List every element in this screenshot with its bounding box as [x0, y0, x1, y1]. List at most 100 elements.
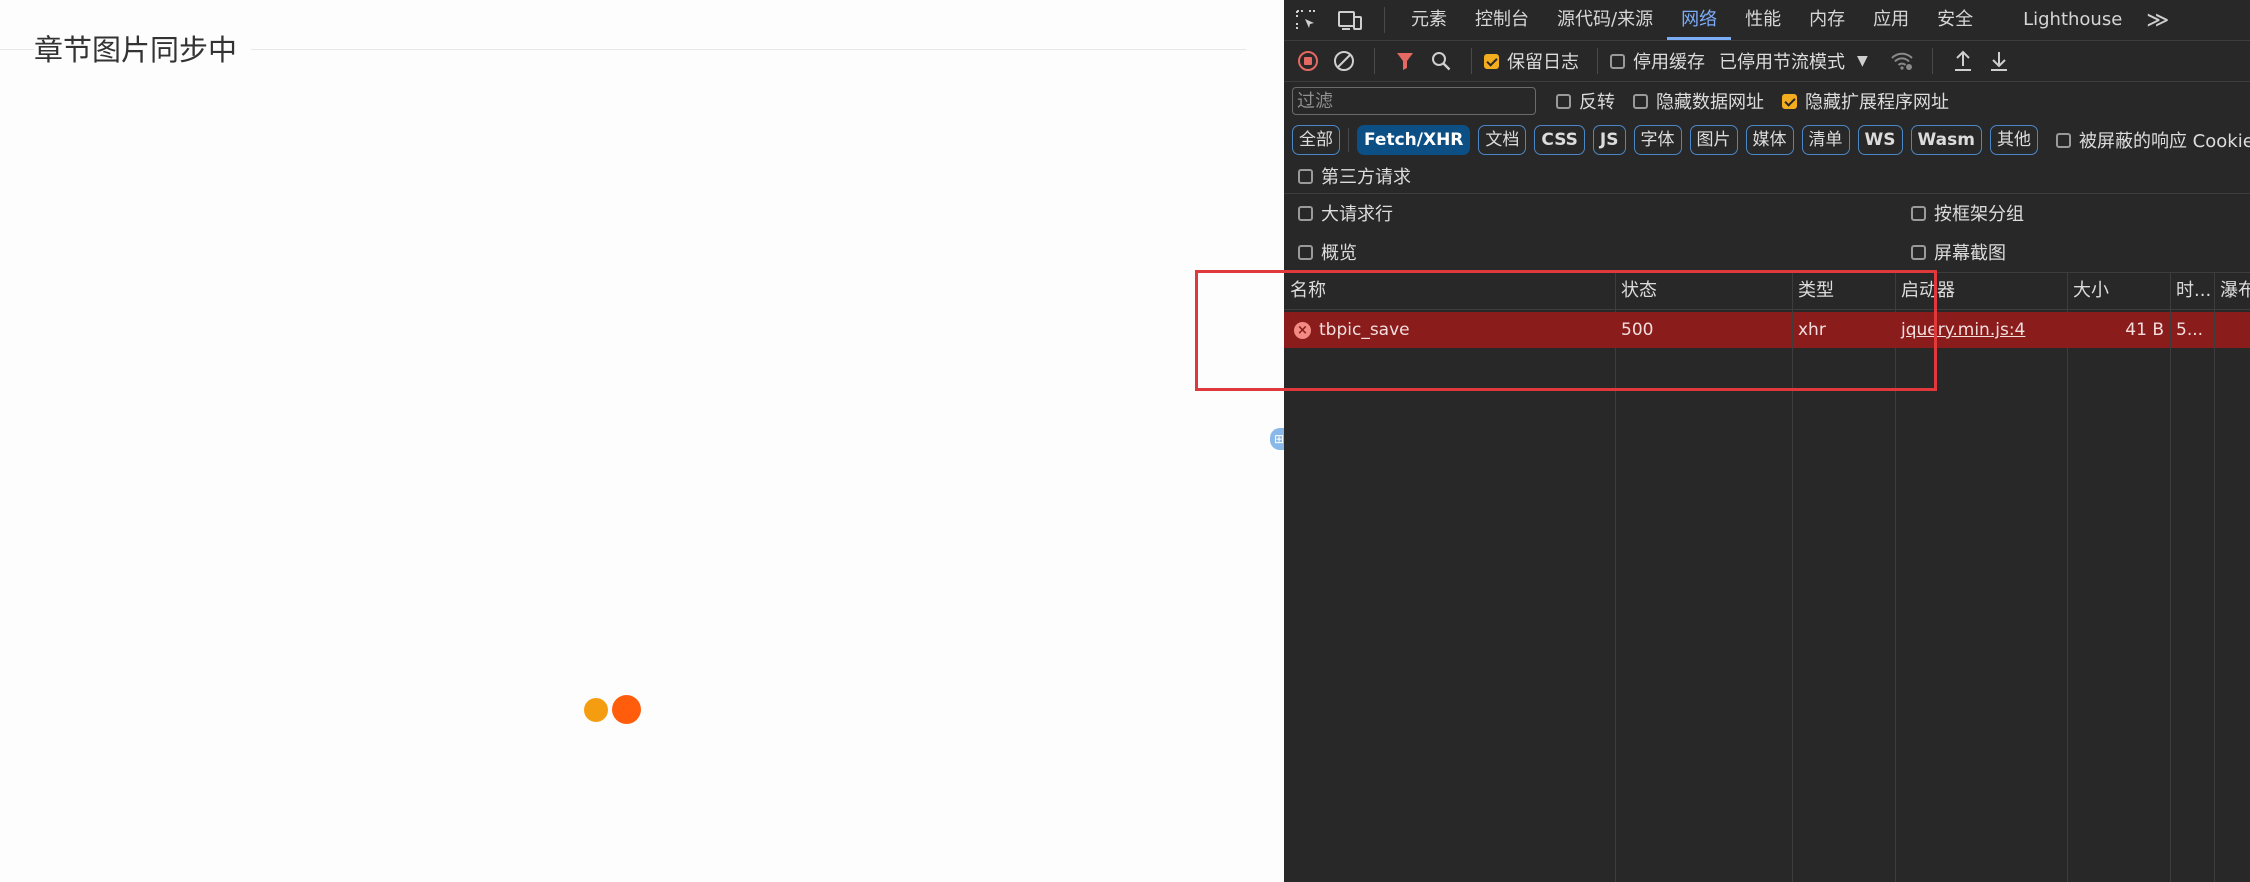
request-time: 5... — [2176, 320, 2204, 340]
network-conditions-icon[interactable] — [1884, 41, 1920, 81]
tab-lighthouse[interactable]: Lighthouse — [2009, 0, 2136, 40]
tab-application[interactable]: 应用 — [1859, 0, 1923, 40]
column-header-waterfall[interactable]: 瀑布 — [2214, 273, 2250, 309]
third-party-checkbox[interactable]: 第三方请求 — [1298, 163, 1411, 189]
invert-label: 反转 — [1579, 92, 1615, 113]
tabbar-separator — [1384, 7, 1385, 33]
error-icon: × — [1294, 321, 1311, 339]
chevron-down-icon[interactable]: ▼ — [1857, 53, 1868, 69]
request-table: 名称 状态 类型 启动器 大小 时... 瀑布 × tbpic_save 500 … — [1284, 272, 2250, 882]
blocked-cookies-label: 被屏蔽的响应 Cookie — [2078, 131, 2250, 152]
type-filter-manifest[interactable]: 清单 — [1801, 125, 1850, 155]
tab-performance[interactable]: 性能 — [1731, 0, 1795, 40]
options-row-2: 概览 屏幕截图 — [1284, 237, 2250, 267]
checkbox-unchecked[interactable] — [1298, 205, 1313, 221]
loading-dot-red — [612, 695, 641, 724]
export-har-icon[interactable] — [1981, 41, 2017, 81]
tab-security[interactable]: 安全 — [1923, 0, 1987, 40]
overview-label: 概览 — [1321, 243, 1357, 264]
checkbox-unchecked[interactable] — [1298, 168, 1313, 184]
devtools-panel: 元素 控制台 源代码/来源 网络 性能 内存 应用 安全 Lighthouse … — [1284, 0, 2250, 882]
search-icon[interactable] — [1423, 41, 1459, 81]
tab-console[interactable]: 控制台 — [1461, 0, 1543, 40]
options-divider — [1284, 193, 2250, 194]
column-header-size[interactable]: 大小 — [2067, 273, 2170, 309]
web-page: 章节图片同步中 ⊞ — [0, 0, 1288, 882]
group-by-frame-checkbox[interactable]: 按框架分组 — [1911, 200, 2024, 226]
column-divider[interactable] — [1792, 272, 1793, 882]
type-filter-doc[interactable]: 文档 — [1478, 125, 1527, 155]
type-filter-css[interactable]: CSS — [1534, 125, 1585, 155]
tab-network[interactable]: 网络 — [1667, 0, 1732, 40]
column-header-time[interactable]: 时... — [2170, 273, 2214, 309]
tab-sources[interactable]: 源代码/来源 — [1543, 0, 1667, 40]
table-header[interactable]: 名称 状态 类型 启动器 大小 时... 瀑布 — [1284, 272, 2250, 310]
inspect-element-icon[interactable] — [1284, 0, 1328, 40]
type-filter-js[interactable]: JS — [1592, 125, 1626, 155]
disable-cache-label: 停用缓存 — [1633, 52, 1705, 73]
type-filter-all[interactable]: 全部 — [1292, 125, 1340, 155]
page-title: 章节图片同步中 — [34, 31, 252, 69]
checkbox-checked[interactable] — [1484, 53, 1499, 69]
column-divider[interactable] — [2170, 272, 2171, 882]
preserve-log-checkbox[interactable]: 保留日志 — [1484, 48, 1579, 74]
third-party-label: 第三方请求 — [1321, 167, 1411, 188]
type-filter-img[interactable]: 图片 — [1689, 125, 1738, 155]
column-header-name[interactable]: 名称 — [1284, 273, 1615, 309]
big-request-rows-checkbox[interactable]: 大请求行 — [1298, 200, 1393, 226]
checkbox-unchecked[interactable] — [1633, 93, 1648, 109]
hide-data-urls-label: 隐藏数据网址 — [1656, 92, 1764, 113]
column-header-initiator[interactable]: 启动器 — [1895, 273, 2067, 309]
checkbox-unchecked[interactable] — [2055, 132, 2071, 148]
type-filter-wasm[interactable]: Wasm — [1910, 125, 1982, 155]
type-filter-other[interactable]: 其他 — [1989, 125, 2038, 155]
column-divider[interactable] — [2067, 272, 2068, 882]
request-name-cell[interactable]: × tbpic_save — [1284, 312, 1615, 348]
more-tabs-icon[interactable]: ≫ — [2136, 8, 2179, 33]
device-toolbar-icon[interactable] — [1328, 0, 1372, 40]
type-filter-media[interactable]: 媒体 — [1745, 125, 1794, 155]
checkbox-unchecked[interactable] — [1911, 205, 1926, 221]
type-filter-ws[interactable]: WS — [1857, 125, 1903, 155]
request-name: tbpic_save — [1319, 320, 1410, 340]
network-toolbar: 保留日志 停用缓存 已停用节流模式 ▼ — [1284, 41, 2250, 81]
request-type: xhr — [1798, 320, 1826, 340]
overview-checkbox[interactable]: 概览 — [1298, 239, 1357, 265]
column-divider[interactable] — [2214, 272, 2215, 882]
checkbox-unchecked[interactable] — [1911, 244, 1926, 260]
filter-icon[interactable] — [1387, 41, 1423, 81]
stop-recording-icon[interactable] — [1290, 41, 1326, 81]
import-har-icon[interactable] — [1945, 41, 1981, 81]
filter-input[interactable] — [1292, 87, 1536, 115]
clear-icon[interactable] — [1326, 41, 1362, 81]
column-header-status[interactable]: 状态 — [1615, 273, 1792, 309]
blocked-cookies-checkbox[interactable]: 被屏蔽的响应 Cookie — [2055, 127, 2250, 153]
invert-checkbox[interactable]: 反转 — [1556, 88, 1615, 114]
type-filter-fetch-xhr[interactable]: Fetch/XHR — [1357, 125, 1471, 155]
group-by-frame-label: 按框架分组 — [1934, 204, 2024, 225]
tab-memory[interactable]: 内存 — [1795, 0, 1859, 40]
table-row[interactable]: × tbpic_save 500 xhr jquery.min.js:4 41 B… — [1284, 312, 2250, 348]
loading-dot-orange — [584, 698, 608, 722]
options-row-1: 大请求行 按框架分组 — [1284, 198, 2250, 228]
checkbox-checked[interactable] — [1782, 93, 1797, 109]
tab-elements[interactable]: 元素 — [1397, 0, 1461, 40]
column-header-type[interactable]: 类型 — [1792, 273, 1895, 309]
throttling-select[interactable]: 已停用节流模式 — [1719, 48, 1845, 74]
hide-data-urls-checkbox[interactable]: 隐藏数据网址 — [1633, 88, 1764, 114]
disable-cache-checkbox[interactable]: 停用缓存 — [1610, 48, 1705, 74]
checkbox-unchecked[interactable] — [1610, 53, 1625, 69]
toolbar-separator — [1931, 48, 1933, 74]
column-divider[interactable] — [1895, 272, 1896, 882]
third-party-row: 第三方请求 — [1284, 160, 2250, 192]
column-divider[interactable] — [1615, 272, 1616, 882]
hide-extension-urls-checkbox[interactable]: 隐藏扩展程序网址 — [1782, 88, 1949, 114]
request-initiator-link[interactable]: jquery.min.js:4 — [1895, 312, 2067, 348]
checkbox-unchecked[interactable] — [1298, 244, 1313, 260]
type-filter-font[interactable]: 字体 — [1633, 125, 1682, 155]
screenshots-checkbox[interactable]: 屏幕截图 — [1911, 239, 2006, 265]
checkbox-unchecked[interactable] — [1556, 93, 1571, 109]
type-filter-separator — [1348, 128, 1349, 152]
hide-extension-urls-label: 隐藏扩展程序网址 — [1805, 92, 1949, 113]
toolbar-separator — [1374, 48, 1375, 74]
